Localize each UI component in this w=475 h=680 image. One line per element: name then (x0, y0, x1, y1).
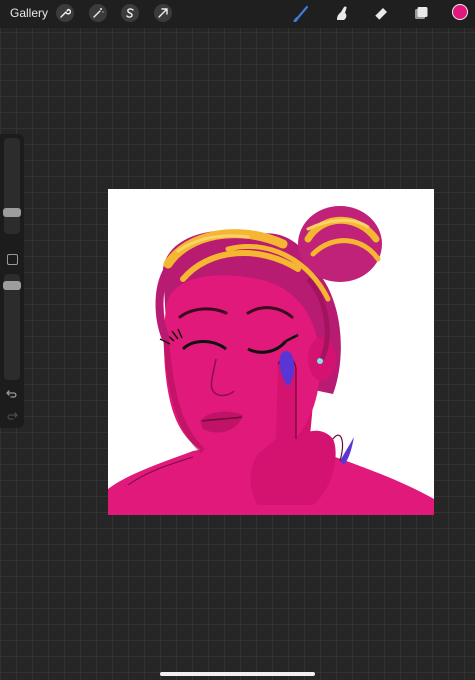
redo-icon[interactable] (5, 408, 19, 422)
top-toolbar: Gallery (0, 0, 475, 28)
magic-wand-icon[interactable] (89, 4, 107, 22)
modify-button-icon[interactable] (7, 254, 18, 265)
home-indicator (160, 672, 315, 676)
wrench-icon[interactable] (56, 4, 74, 22)
opacity-slider[interactable] (3, 274, 21, 380)
opacity-thumb[interactable] (3, 281, 21, 290)
brush-icon[interactable] (292, 3, 312, 23)
artwork-illustration (108, 206, 434, 515)
brush-size-thumb[interactable] (3, 208, 21, 217)
color-picker-button[interactable] (452, 4, 468, 20)
smudge-icon[interactable] (332, 3, 352, 23)
gallery-button[interactable]: Gallery (10, 6, 48, 20)
eraser-icon[interactable] (371, 3, 391, 23)
selection-s-icon[interactable] (121, 4, 139, 22)
drawing-canvas[interactable] (108, 189, 434, 515)
layers-icon[interactable] (411, 3, 431, 23)
transform-arrow-icon[interactable] (154, 4, 172, 22)
left-sidebar (0, 134, 24, 428)
brush-size-slider[interactable] (3, 138, 21, 234)
undo-icon[interactable] (5, 386, 19, 400)
